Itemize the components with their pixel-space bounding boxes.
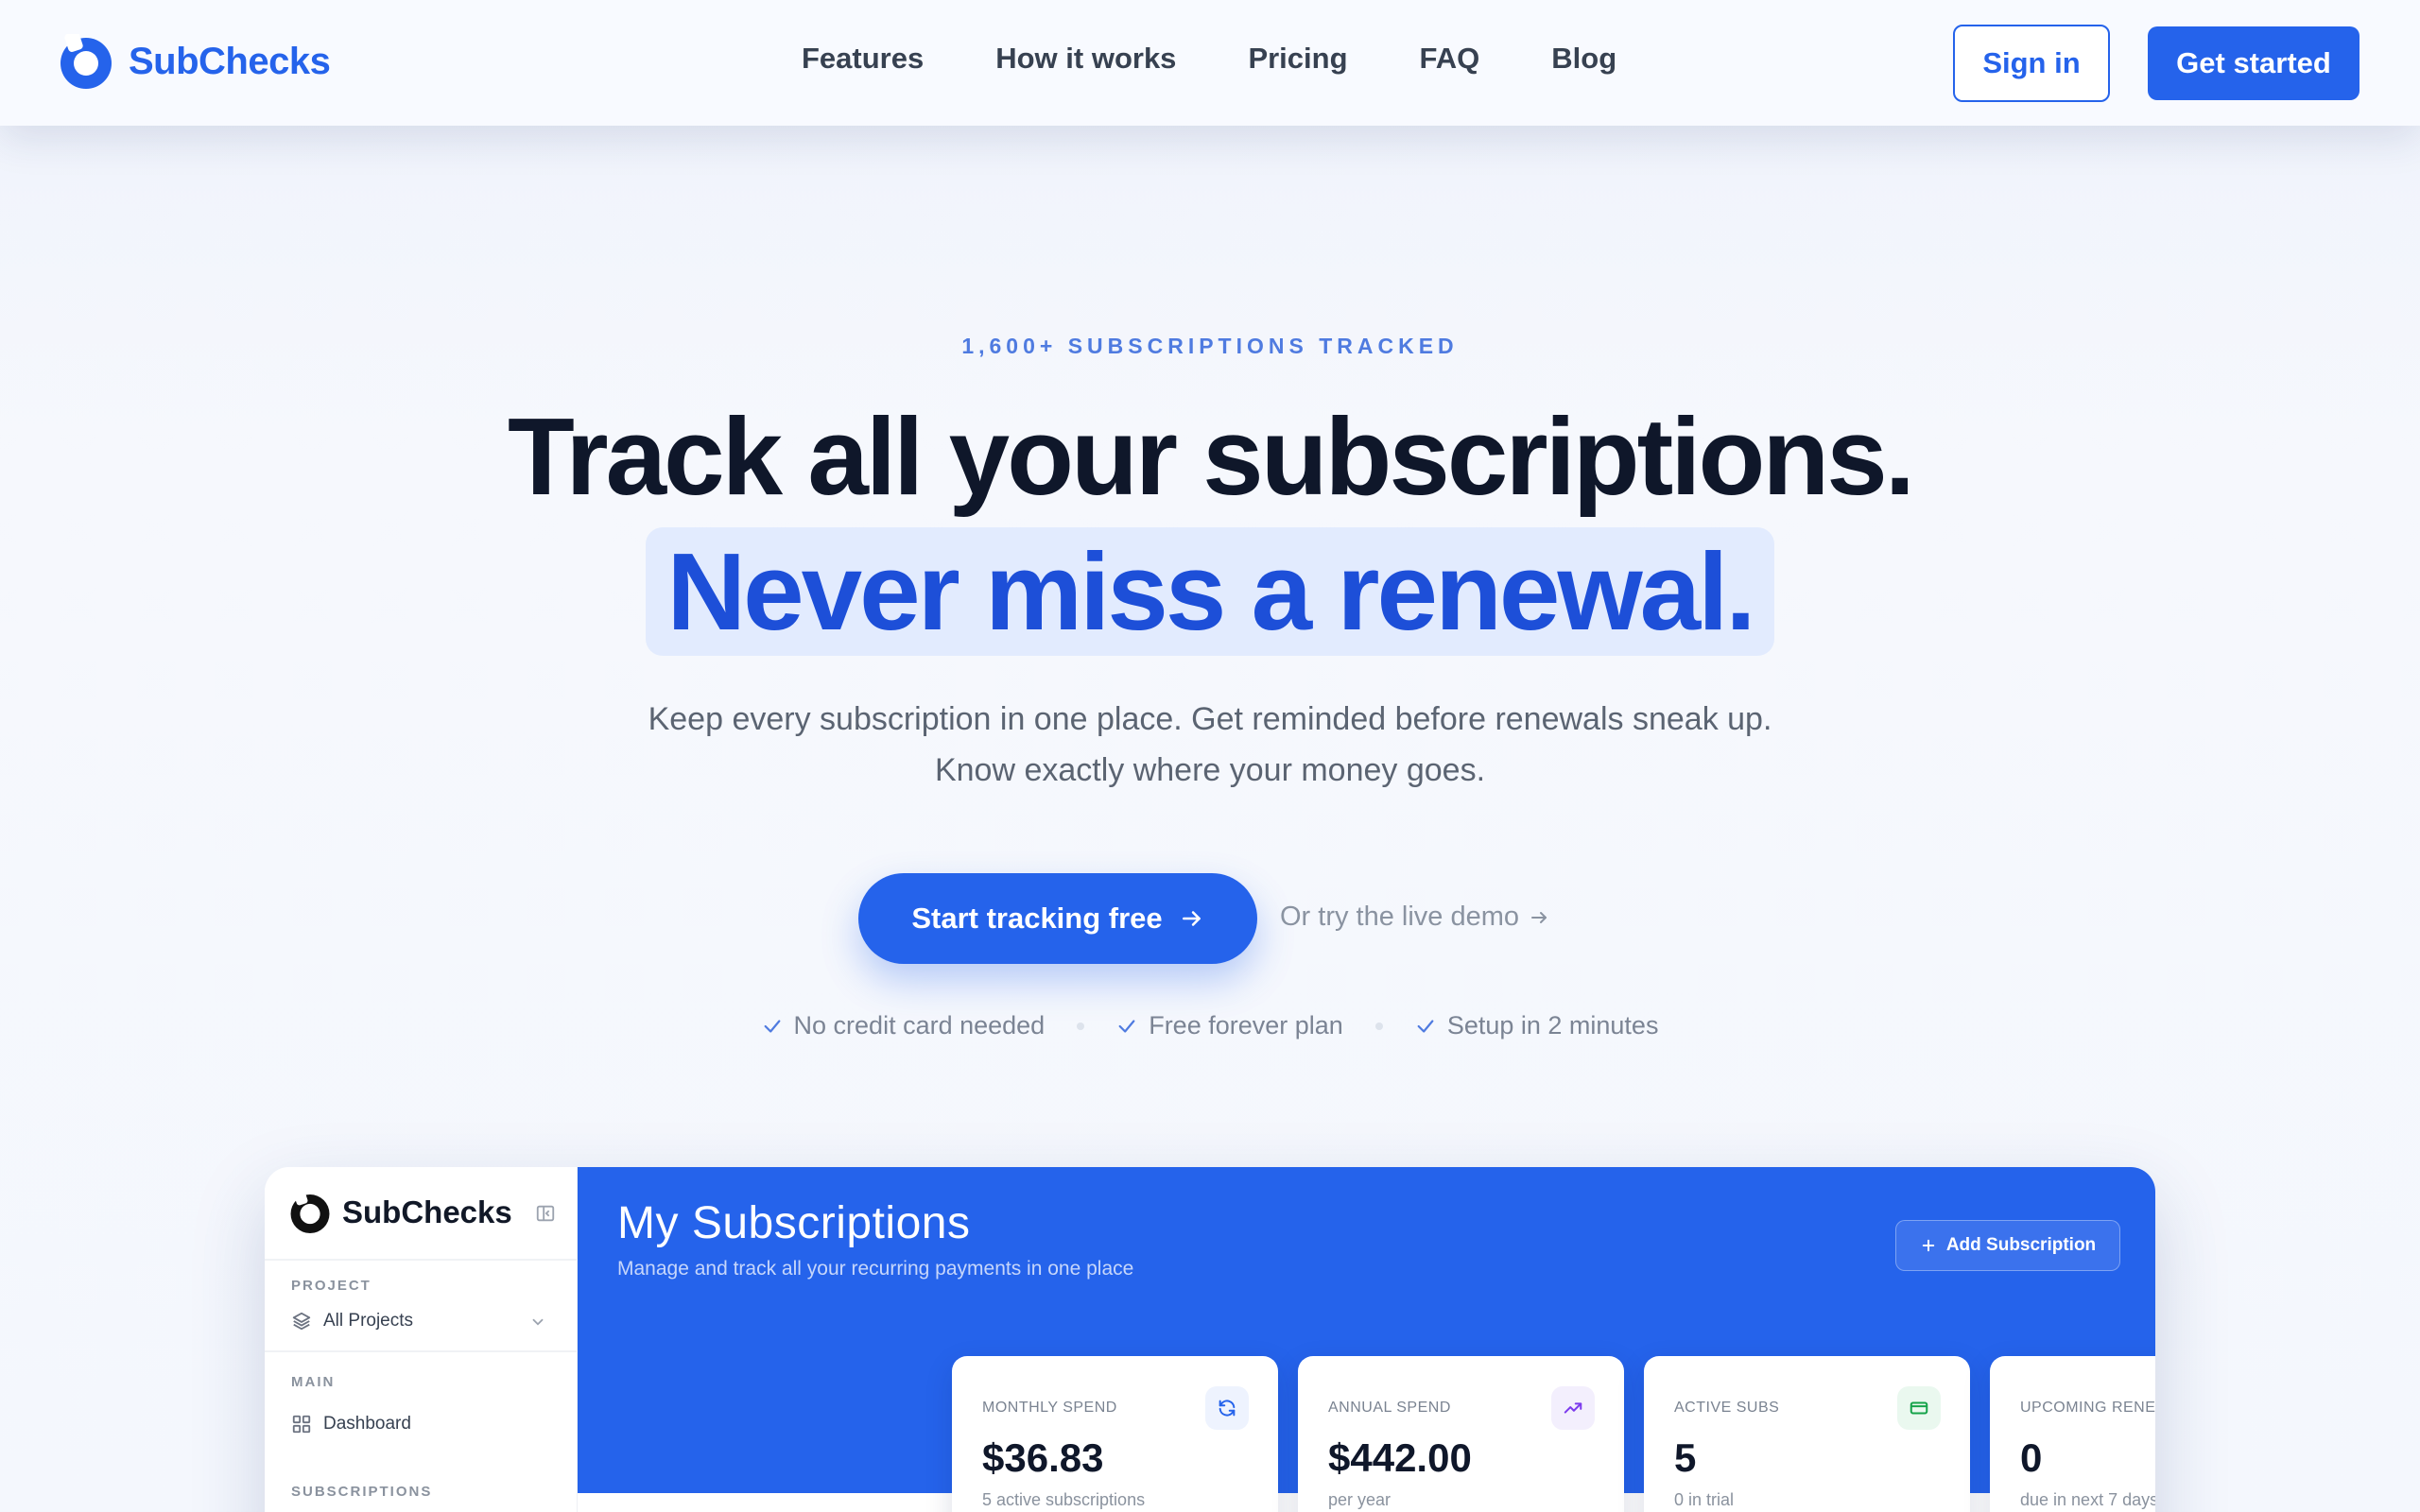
- project-selector[interactable]: All Projects: [291, 1311, 413, 1332]
- perk-label: Free forever plan: [1149, 1011, 1343, 1040]
- stat-card-active-subs: ACTIVE SUBS 5 0 in trial: [1644, 1356, 1970, 1512]
- refresh-icon: [1205, 1386, 1249, 1430]
- chevron-down-icon: [532, 1318, 544, 1326]
- perk-separator: [1077, 1022, 1085, 1030]
- preview-logo: SubChecks: [289, 1192, 512, 1233]
- logo-icon: [290, 1192, 330, 1233]
- perk-item: Free forever plan: [1116, 1011, 1343, 1040]
- perk-label: Setup in 2 minutes: [1446, 1011, 1659, 1040]
- live-demo-link[interactable]: Or try the live demo: [1280, 902, 1551, 933]
- logo-icon: [60, 34, 112, 89]
- stat-value: $36.83: [982, 1435, 1104, 1480]
- main-section-label: MAIN: [291, 1374, 336, 1390]
- nav-link-how-it-works[interactable]: How it works: [995, 42, 1176, 76]
- hero-highlight: Never miss a renewal.: [666, 530, 1755, 653]
- stat-card-upcoming-renewals: UPCOMING RENEWALS 0 due in next 7 days: [1990, 1356, 2155, 1512]
- subscriptions-section-label: SUBSCRIPTIONS: [291, 1484, 433, 1500]
- stat-note: per year: [1328, 1490, 1392, 1509]
- nav-link-blog[interactable]: Blog: [1551, 42, 1616, 76]
- stat-note: 5 active subscriptions: [982, 1490, 1146, 1509]
- logo[interactable]: SubChecks: [59, 34, 331, 89]
- start-tracking-button[interactable]: Start tracking free: [858, 873, 1257, 964]
- main-nav: Features How it works Pricing FAQ Blog: [802, 42, 1688, 76]
- live-demo-label: Or try the live demo: [1280, 902, 1520, 932]
- get-started-button[interactable]: Get started: [2148, 26, 2360, 100]
- hero-headline: Track all your subscriptions.: [508, 395, 1915, 518]
- sign-in-button[interactable]: Sign in: [1953, 25, 2110, 102]
- project-value: All Projects: [323, 1311, 414, 1331]
- add-subscription-label: Add Subscription: [1945, 1235, 2097, 1255]
- stat-label: MONTHLY SPEND: [982, 1400, 1117, 1416]
- perk-label: No credit card needed: [793, 1011, 1046, 1040]
- start-tracking-label: Start tracking free: [911, 902, 1163, 935]
- stat-value: 5: [1674, 1435, 1697, 1480]
- hero-kicker: 1,600+ SUBSCRIPTIONS TRACKED: [961, 334, 1459, 358]
- sidebar-collapse-icon[interactable]: [535, 1203, 556, 1224]
- preview-main: My Subscriptions Manage and track all yo…: [578, 1167, 2155, 1512]
- nav-link-features[interactable]: Features: [802, 42, 924, 76]
- sidebar-item-dashboard[interactable]: Dashboard: [291, 1414, 411, 1435]
- stat-note: due in next 7 days: [2020, 1490, 2155, 1509]
- stat-card-monthly-spend: MONTHLY SPEND $36.83 5 active subscripti…: [952, 1356, 1278, 1512]
- stat-label: UPCOMING RENEWALS: [2020, 1400, 2155, 1416]
- hero-perks: No credit card needed Free forever plan …: [0, 1011, 2420, 1040]
- layers-icon: [292, 1312, 311, 1331]
- hero-highlight-box: Never miss a renewal.: [646, 527, 1774, 656]
- check-icon: [1118, 1019, 1135, 1033]
- sidebar-item-label: Dashboard: [323, 1414, 411, 1434]
- sidebar-divider: [265, 1350, 578, 1352]
- top-nav-bar: SubChecks Features How it works Pricing …: [0, 0, 2420, 126]
- page-title: My Subscriptions: [617, 1198, 971, 1248]
- add-subscription-button[interactable]: Add Subscription: [1895, 1220, 2120, 1271]
- sidebar-divider: [265, 1259, 578, 1261]
- perk-item: Setup in 2 minutes: [1415, 1011, 1659, 1040]
- logo-text: SubChecks: [129, 40, 331, 82]
- preview-app-name: SubChecks: [342, 1194, 512, 1229]
- preview-sidebar: SubChecks PROJECT All Projects MAIN Dash…: [265, 1167, 578, 1512]
- credit-card-icon: [1897, 1386, 1941, 1430]
- perk-separator: [1374, 1022, 1383, 1030]
- stat-card-annual-spend: ANNUAL SPEND $442.00 per year: [1298, 1356, 1624, 1512]
- stat-value: 0: [2020, 1435, 2043, 1480]
- arrow-right-icon: [1182, 911, 1201, 926]
- check-icon: [764, 1019, 780, 1033]
- check-icon: [1417, 1019, 1434, 1033]
- nav-link-faq[interactable]: FAQ: [1420, 42, 1480, 76]
- project-label: PROJECT: [291, 1278, 372, 1294]
- arrow-right-icon: [1531, 911, 1547, 923]
- stat-note: 0 in trial: [1674, 1490, 1735, 1509]
- page-subtitle: Manage and track all your recurring paym…: [617, 1258, 1134, 1280]
- perk-item: No credit card needed: [762, 1011, 1046, 1040]
- stat-value: $442.00: [1328, 1435, 1472, 1480]
- nav-link-pricing[interactable]: Pricing: [1248, 42, 1347, 76]
- stat-label: ANNUAL SPEND: [1328, 1400, 1451, 1416]
- hero-lead: Keep every subscription in one place. Ge…: [648, 701, 1772, 788]
- plus-icon: [1922, 1239, 1935, 1252]
- stat-label: ACTIVE SUBS: [1674, 1400, 1780, 1416]
- dashboard-icon: [292, 1415, 311, 1434]
- app-preview: SubChecks PROJECT All Projects MAIN Dash…: [265, 1167, 2155, 1512]
- trending-up-icon: [1551, 1386, 1595, 1430]
